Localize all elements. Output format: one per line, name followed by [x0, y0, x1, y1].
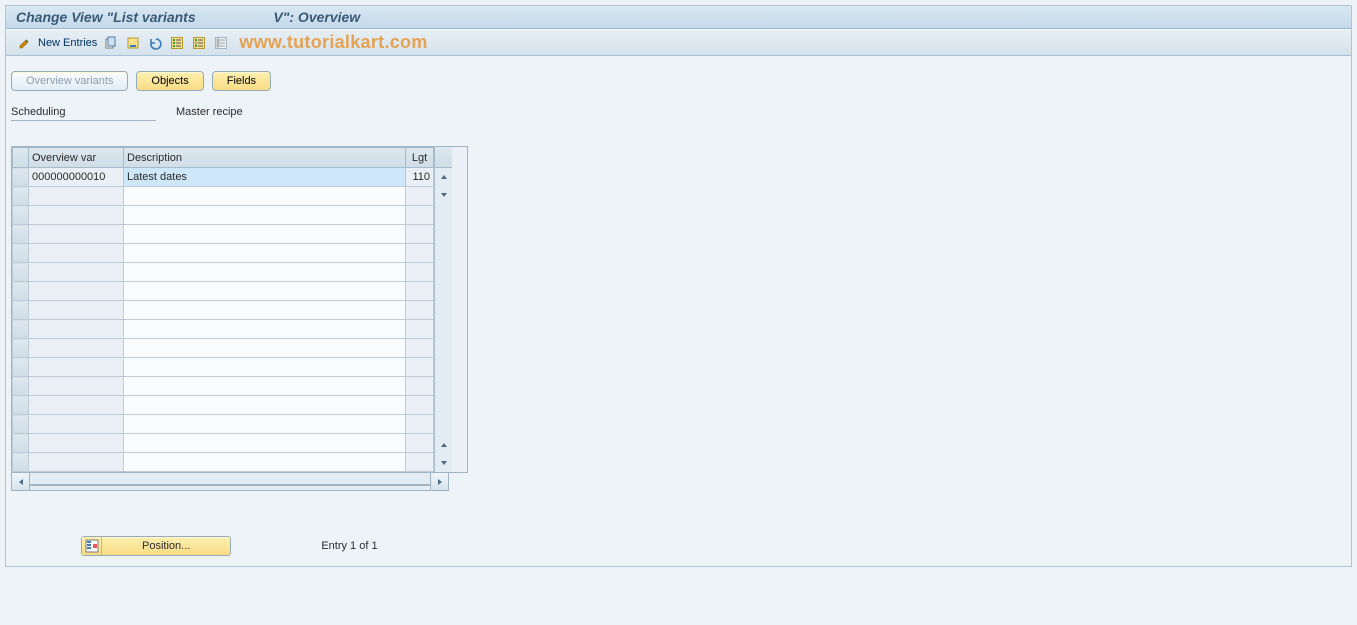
row-selector[interactable]: [13, 339, 29, 358]
scheduling-label: Scheduling: [11, 106, 156, 121]
column-header-description[interactable]: Description: [124, 148, 406, 168]
position-icon: [82, 537, 102, 555]
row-selector[interactable]: [13, 377, 29, 396]
tabstrip: Overview variants Objects Fields: [6, 71, 1351, 91]
position-label: Position...: [102, 540, 230, 552]
table-row[interactable]: [13, 263, 434, 282]
row-selector[interactable]: [13, 453, 29, 472]
scroll-right-icon[interactable]: [430, 473, 448, 490]
table-row[interactable]: [13, 187, 434, 206]
table: Overview var Description Lgt 00000000001…: [12, 147, 434, 472]
select-block-icon[interactable]: [191, 35, 207, 51]
vertical-scrollbar[interactable]: [434, 147, 452, 472]
table-row[interactable]: [13, 320, 434, 339]
copy-as-icon[interactable]: [103, 35, 119, 51]
scroll-down-icon[interactable]: [435, 186, 452, 204]
scrollbar-track[interactable]: [435, 204, 452, 436]
table-row[interactable]: [13, 396, 434, 415]
row-selector[interactable]: [13, 225, 29, 244]
table-row[interactable]: [13, 339, 434, 358]
table-corner[interactable]: [13, 148, 29, 168]
tab-overview-variants: Overview variants: [11, 71, 128, 91]
row-selector[interactable]: [13, 282, 29, 301]
cell-overview-var[interactable]: 000000000010: [29, 168, 124, 187]
tab-objects[interactable]: Objects: [136, 71, 203, 91]
row-selector[interactable]: [13, 263, 29, 282]
configure-table-icon[interactable]: [435, 147, 452, 168]
content-area: Overview variants Objects Fields Schedul…: [6, 56, 1351, 566]
row-selector[interactable]: [13, 434, 29, 453]
table-row[interactable]: [13, 415, 434, 434]
table-control: Overview var Description Lgt 00000000001…: [11, 146, 468, 473]
tab-fields[interactable]: Fields: [212, 71, 271, 91]
app-window: Change View "List variants V": Overview …: [5, 5, 1352, 567]
watermark: www.tutorialkart.com: [239, 32, 427, 53]
row-selector[interactable]: [13, 396, 29, 415]
table-row[interactable]: [13, 453, 434, 472]
footer: Position... Entry 1 of 1: [6, 536, 1351, 556]
cell-lgt[interactable]: 110: [406, 168, 434, 187]
row-selector[interactable]: [13, 320, 29, 339]
deselect-all-icon[interactable]: [213, 35, 229, 51]
row-selector[interactable]: [13, 244, 29, 263]
table-row[interactable]: [13, 377, 434, 396]
row-selector[interactable]: [13, 187, 29, 206]
column-header-lgt[interactable]: Lgt: [406, 148, 434, 168]
row-selector[interactable]: [13, 168, 29, 187]
table-row[interactable]: [13, 358, 434, 377]
application-toolbar: New Entries www.tutorialkart.com: [6, 29, 1351, 56]
scroll-up-icon[interactable]: [435, 168, 452, 186]
horizontal-scrollbar[interactable]: [11, 473, 449, 491]
info-row: Scheduling Master recipe: [6, 106, 1351, 121]
table-row[interactable]: [13, 206, 434, 225]
cell-description[interactable]: Latest dates: [124, 168, 406, 187]
scroll-left-icon[interactable]: [12, 473, 30, 490]
table-row[interactable]: [13, 282, 434, 301]
title-bar: Change View "List variants V": Overview: [6, 6, 1351, 29]
table-row[interactable]: [13, 434, 434, 453]
table-row[interactable]: [13, 301, 434, 320]
new-entries-link[interactable]: New Entries: [38, 37, 97, 49]
hscroll-thumb[interactable]: [30, 484, 430, 486]
row-selector[interactable]: [13, 206, 29, 225]
row-selector[interactable]: [13, 358, 29, 377]
position-button[interactable]: Position...: [81, 536, 231, 556]
row-selector[interactable]: [13, 301, 29, 320]
table-row[interactable]: [13, 244, 434, 263]
master-recipe-label: Master recipe: [176, 106, 243, 121]
scroll-up-bottom-icon[interactable]: [435, 436, 452, 454]
page-title: Change View "List variants V": Overview: [16, 9, 360, 25]
column-header-overview-var[interactable]: Overview var: [29, 148, 124, 168]
select-all-icon[interactable]: [169, 35, 185, 51]
toggle-display-change-icon[interactable]: [16, 35, 32, 51]
scroll-down-bottom-icon[interactable]: [435, 454, 452, 472]
undo-change-icon[interactable]: [147, 35, 163, 51]
delete-icon[interactable]: [125, 35, 141, 51]
table-row[interactable]: [13, 225, 434, 244]
table-row[interactable]: 000000000010 Latest dates 110: [13, 168, 434, 187]
row-selector[interactable]: [13, 415, 29, 434]
entry-count-text: Entry 1 of 1: [321, 540, 377, 552]
